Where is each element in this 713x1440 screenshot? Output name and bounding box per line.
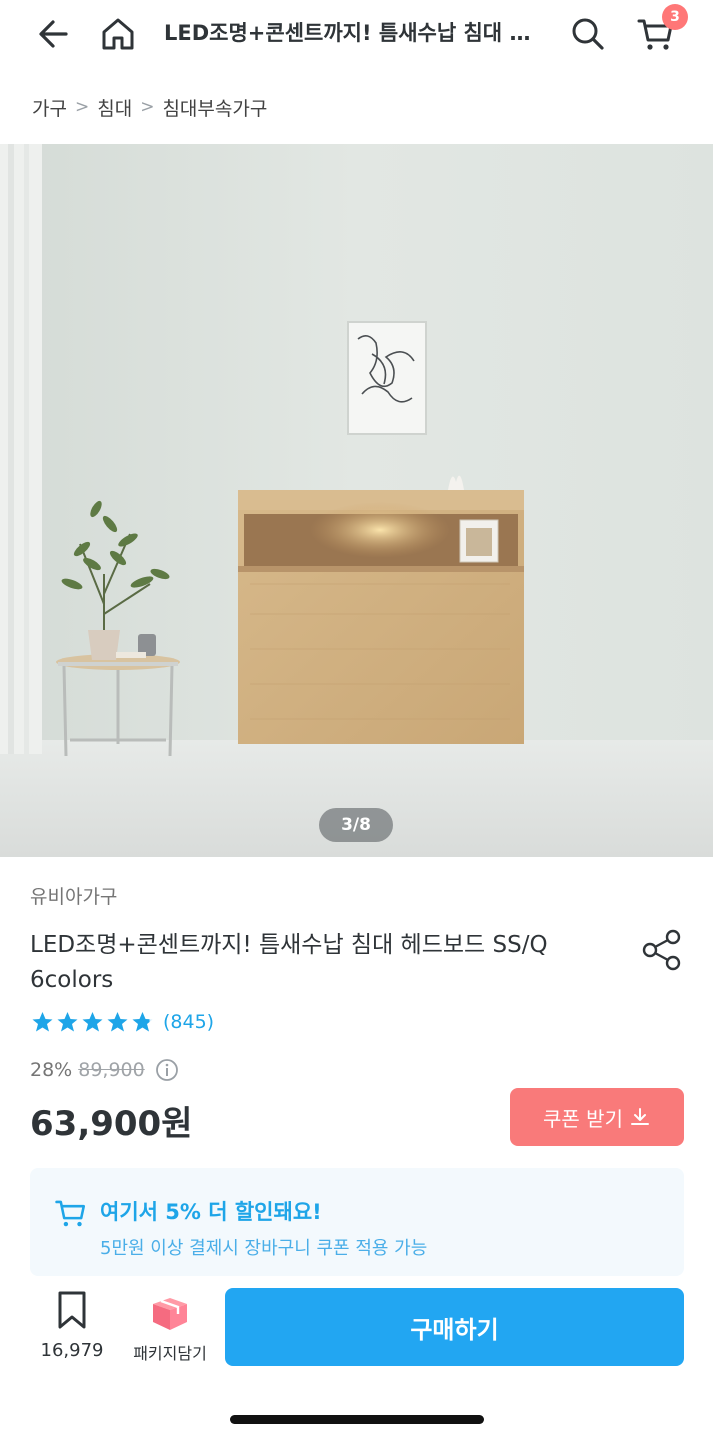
gift-box-icon — [153, 1298, 187, 1330]
home-indicator — [230, 1415, 484, 1424]
cart-icon — [55, 1200, 86, 1227]
review-count[interactable]: (845) — [163, 1011, 214, 1033]
product-image-carousel[interactable] — [0, 144, 713, 857]
bookmark-icon — [58, 1291, 86, 1329]
sale-price: 63,900원 — [30, 1104, 193, 1144]
star-icon — [82, 1012, 103, 1032]
arrow-left-icon — [39, 20, 68, 48]
bookmark-count: 16,979 — [40, 1340, 104, 1361]
coupon-button-label: 쿠폰 받기 — [543, 1106, 623, 1131]
breadcrumb-item[interactable]: 침대부속가구 — [162, 94, 267, 121]
cart-count-badge: 3 — [662, 4, 688, 30]
image-counter: 3/8 — [319, 808, 393, 842]
home-button[interactable] — [92, 8, 144, 60]
star-icon — [32, 1012, 53, 1032]
back-button[interactable] — [28, 8, 80, 60]
promo-subtitle: 5만원 이상 결제시 장바구니 쿠폰 적용 가능 — [100, 1238, 428, 1259]
bookmark-button[interactable]: 16,979 — [34, 1290, 110, 1376]
chevron-right-icon: > — [140, 97, 155, 117]
discount-info: 28% 89,900 — [30, 1058, 179, 1082]
star-half-icon — [132, 1012, 153, 1032]
brand-name[interactable]: 유비아가구 — [30, 882, 117, 909]
discount-promo-banner[interactable]: 여기서 5% 더 할인돼요! 5만원 이상 결제시 장바구니 쿠폰 적용 가능 — [30, 1168, 684, 1276]
product-name: LED조명+콘센트까지! 틈새수납 침대 헤드보드 SS/Q 6colors — [30, 932, 548, 993]
info-icon[interactable] — [155, 1058, 179, 1082]
breadcrumb: 가구 > 침대 > 침대부속가구 — [32, 90, 267, 124]
share-button[interactable] — [636, 924, 688, 976]
chevron-right-icon: > — [74, 97, 90, 117]
home-icon — [102, 18, 134, 50]
rating-summary[interactable]: (845) — [30, 1010, 214, 1034]
star-icon — [57, 1012, 78, 1032]
discount-rate: 28% — [30, 1059, 73, 1081]
star-rating — [30, 1010, 155, 1034]
search-button[interactable] — [562, 8, 614, 60]
original-price: 89,900 — [78, 1059, 145, 1081]
promo-title: 여기서 5% 더 할인돼요! — [100, 1200, 322, 1224]
top-app-bar: LED조명+콘센트까지! 틈새수납 침대 헤드보드 SS/Q 6colors 3 — [0, 0, 713, 68]
coupon-download-button[interactable]: 쿠폰 받기 — [510, 1088, 684, 1146]
download-icon — [629, 1106, 651, 1128]
product-photo — [0, 144, 713, 857]
package-label: 패키지담기 — [133, 1344, 207, 1363]
page-title: LED조명+콘센트까지! 틈새수납 침대 헤드보드 SS/Q 6colors — [164, 21, 536, 45]
breadcrumb-item[interactable]: 가구 — [32, 94, 67, 121]
buy-button[interactable]: 구매하기 — [225, 1288, 684, 1366]
star-icon — [107, 1012, 128, 1032]
search-icon — [572, 18, 604, 50]
package-add-button[interactable]: 패키지담기 — [122, 1290, 218, 1376]
share-icon — [642, 929, 681, 971]
breadcrumb-item[interactable]: 침대 — [97, 94, 132, 121]
